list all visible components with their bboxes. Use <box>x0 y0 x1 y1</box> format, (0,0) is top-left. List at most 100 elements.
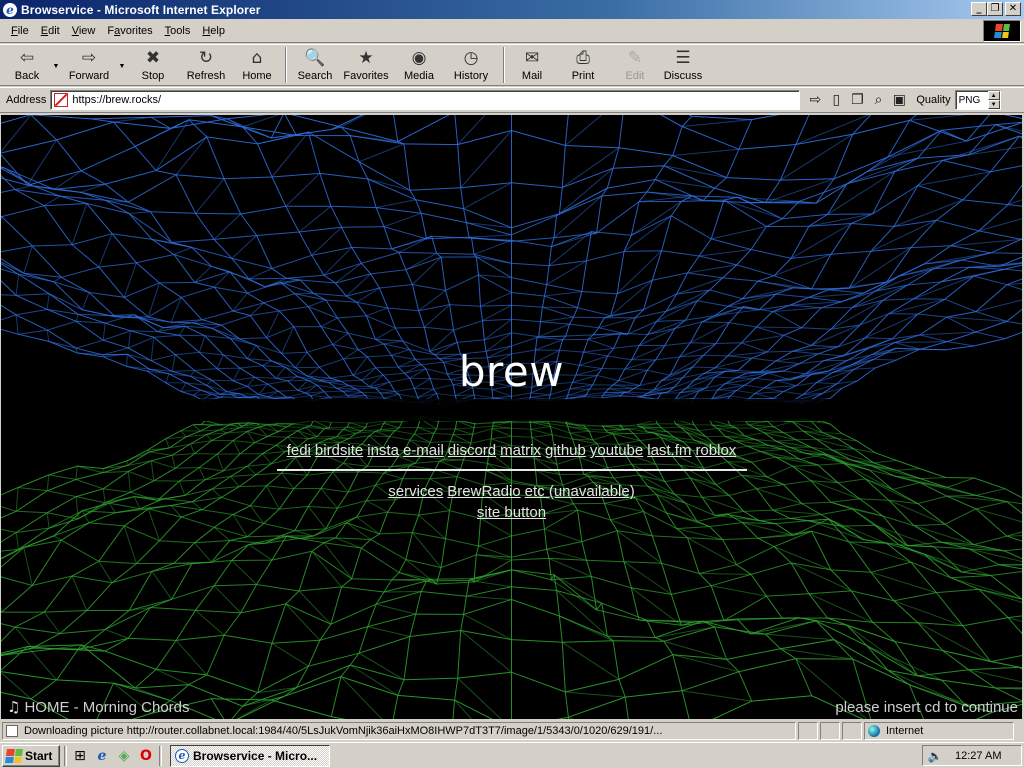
music-note-icon: ♫ <box>7 698 21 716</box>
mesh-diagonal-line <box>14 185 33 190</box>
task-title: Browservice - Micro... <box>193 748 318 763</box>
mesh-diagonal-line <box>765 633 835 641</box>
internet-explorer-icon[interactable]: e <box>93 747 111 765</box>
mail-button[interactable]: ✉ Mail <box>510 45 554 85</box>
menu-edit-label: dit <box>48 24 60 37</box>
search-button[interactable]: 🔍 Search <box>292 45 338 85</box>
menu-tools[interactable]: Tools <box>159 25 197 37</box>
clipboard-icon[interactable]: ❐ <box>848 91 866 109</box>
channels-icon[interactable]: ◈ <box>115 747 133 765</box>
link-youtube[interactable]: youtube <box>590 442 643 459</box>
mesh-diagonal-line <box>562 147 620 188</box>
find-icon[interactable]: ⌕ <box>869 91 887 109</box>
history-button[interactable]: ◷ History <box>444 45 498 85</box>
clock[interactable]: 12:27 AM <box>955 750 1001 762</box>
save-icon[interactable]: ▣ <box>890 91 908 109</box>
link-birdsite[interactable]: birdsite <box>315 442 363 459</box>
mesh-diagonal-line <box>151 571 173 600</box>
edit-button[interactable]: ✎ Edit <box>612 45 658 85</box>
mesh-diagonal-line <box>380 429 395 432</box>
show-desktop-icon[interactable]: ⊞ <box>71 747 89 765</box>
mesh-diagonal-line <box>383 340 403 345</box>
link-brewradio[interactable]: BrewRadio <box>447 483 520 500</box>
mesh-diagonal-line <box>460 630 512 673</box>
site-button-link[interactable]: site button <box>477 504 546 521</box>
back-dropdown-arrow[interactable]: ▼ <box>50 45 62 85</box>
mesh-diagonal-line <box>492 425 512 429</box>
start-button[interactable]: Start <box>2 744 60 767</box>
mesh-column-line <box>655 419 993 713</box>
link-roblox[interactable]: roblox <box>695 442 736 459</box>
forward-dropdown-arrow[interactable]: ▼ <box>116 45 128 85</box>
favorites-button[interactable]: ★ Favorites <box>338 45 394 85</box>
mesh-diagonal-line <box>544 528 583 543</box>
mesh-diagonal-line <box>480 292 512 307</box>
mesh-diagonal-line <box>866 645 942 681</box>
link-fedi[interactable]: fedi <box>287 442 311 459</box>
mesh-diagonal-line <box>773 546 832 571</box>
discuss-button[interactable]: ☰ Discuss <box>658 45 708 85</box>
spin-down-icon[interactable]: ▼ <box>987 100 1000 109</box>
link-matrix[interactable]: matrix <box>500 442 541 459</box>
page-viewport[interactable]: brew fedi birdsite insta e-mail discord matri… <box>1 115 1022 719</box>
wireframe-terrain-background <box>1 115 1022 719</box>
internet-globe-icon <box>868 724 880 737</box>
link-e-mail[interactable]: e-mail <box>403 442 444 459</box>
menu-file[interactable]: File <box>5 25 35 37</box>
mesh-diagonal-line <box>748 397 774 400</box>
mesh-diagonal-line <box>942 135 1020 161</box>
mesh-diagonal-line <box>308 299 326 308</box>
link-services[interactable]: services <box>388 483 443 500</box>
history-label: History <box>453 70 489 82</box>
minimize-button[interactable]: _ <box>971 2 987 16</box>
title-bar[interactable]: e Browservice - Microsoft Internet Explo… <box>0 0 1024 19</box>
mesh-diagonal-line <box>248 268 273 280</box>
go-arrow-icon[interactable]: ⇨ <box>806 91 824 109</box>
maximize-button[interactable]: ❐ <box>987 2 1003 16</box>
quality-value: PNG <box>958 94 981 106</box>
task-browservice[interactable]: e Browservice - Micro... <box>170 744 330 767</box>
menu-view[interactable]: View <box>66 25 102 37</box>
refresh-button[interactable]: ↻ Refresh <box>178 45 234 85</box>
spin-up-icon[interactable]: ▲ <box>987 91 1000 100</box>
link-etc-unavailable[interactable]: etc (unavailable) <box>525 483 635 500</box>
menu-favorites-label: vorites <box>120 24 153 37</box>
home-button[interactable]: ⌂ Home <box>234 45 280 85</box>
site-button-row: site button <box>1 504 1022 521</box>
print-button[interactable]: ⎙ Print <box>554 45 612 85</box>
link-discord[interactable]: discord <box>448 442 496 459</box>
close-button[interactable]: ✕ <box>1005 2 1021 16</box>
mesh-diagonal-line <box>1 165 4 169</box>
menu-help[interactable]: Help <box>196 25 231 37</box>
quality-spinner[interactable]: ▲ ▼ <box>987 91 1000 109</box>
security-zone[interactable]: Internet <box>864 721 1014 740</box>
media-button[interactable]: ◉ Media <box>394 45 444 85</box>
address-actions: ⇨ ▯ ❐ ⌕ ▣ <box>806 91 908 109</box>
now-playing[interactable]: ♫ HOME - Morning Chords <box>7 698 190 716</box>
menu-favorites[interactable]: Favorites <box>101 25 158 37</box>
mesh-diagonal-line <box>405 252 437 271</box>
back-button[interactable]: ⇦ Back <box>4 45 50 85</box>
mesh-diagonal-line <box>1 607 3 613</box>
mesh-diagonal-line <box>195 178 225 214</box>
mesh-diagonal-line <box>134 127 171 147</box>
mesh-diagonal-line <box>15 274 20 296</box>
link-github[interactable]: github <box>545 442 586 459</box>
status-panel-blank <box>820 721 840 740</box>
stop-button[interactable]: ✖ Stop <box>128 45 178 85</box>
quality-select[interactable]: PNG ▲ ▼ <box>954 90 1001 110</box>
opera-icon[interactable]: O <box>137 747 155 765</box>
windows-flag-icon <box>5 748 23 763</box>
mesh-diagonal-line <box>98 561 113 583</box>
address-input[interactable]: https://brew.rocks/ <box>50 90 801 110</box>
mesh-diagonal-line <box>1007 617 1022 622</box>
bookmark-icon[interactable]: ▯ <box>827 91 845 109</box>
link-insta[interactable]: insta <box>367 442 399 459</box>
volume-icon[interactable]: 🔈 <box>927 748 943 764</box>
mesh-diagonal-line <box>271 642 309 667</box>
menu-edit[interactable]: Edit <box>35 25 66 37</box>
forward-button[interactable]: ⇨ Forward <box>62 45 116 85</box>
mesh-diagonal-line <box>123 262 137 298</box>
back-label: Back <box>14 70 40 82</box>
link-last-fm[interactable]: last.fm <box>647 442 691 459</box>
